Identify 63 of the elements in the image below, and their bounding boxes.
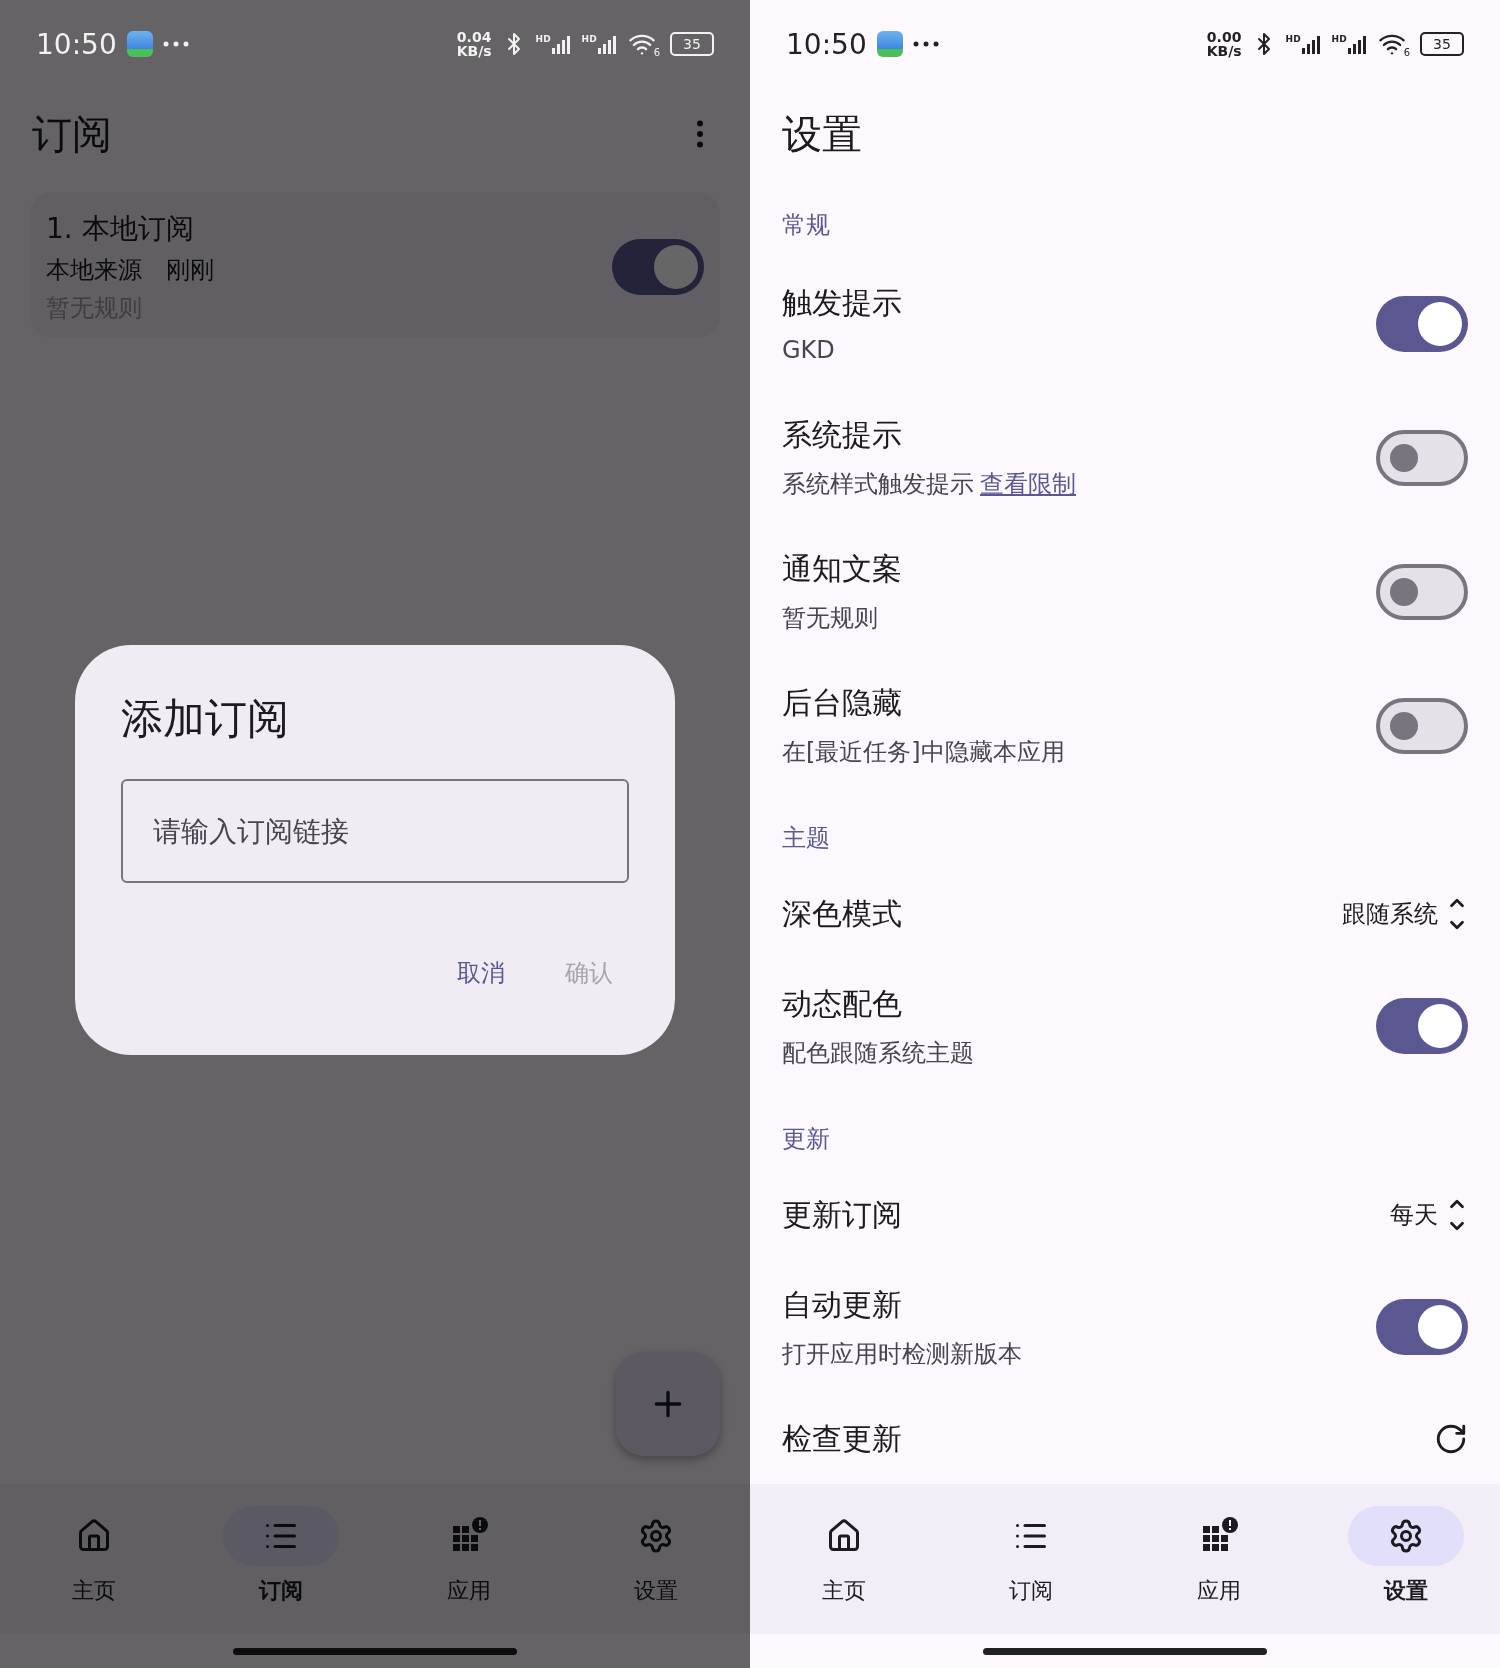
subscription-source: 本地来源 xyxy=(46,255,142,286)
more-dots-icon xyxy=(912,41,939,47)
setting-title: 检查更新 xyxy=(782,1419,903,1458)
wifi-label: 6 xyxy=(653,46,660,58)
setting-description: 系统样式触发提示 xyxy=(782,470,974,499)
nav-tab[interactable]: 订阅 xyxy=(187,1484,375,1634)
section-header: 主题 xyxy=(782,823,830,854)
nav-tab[interactable]: 主页 xyxy=(0,1484,188,1634)
setting-title: 更新订阅 xyxy=(782,1195,903,1234)
nav-tab[interactable]: 订阅 xyxy=(937,1484,1125,1634)
setting-description: 打开应用时检测新版本 xyxy=(782,1338,1023,1370)
signal-icon xyxy=(1347,34,1368,54)
signal-label: HD xyxy=(1331,34,1347,44)
dialog-button[interactable]: 取消 xyxy=(441,947,521,999)
setting-title: 系统提示 xyxy=(782,416,903,455)
section-header: 常规 xyxy=(782,210,830,242)
setting-description: GKD xyxy=(782,336,836,365)
setting-description: 在[最近任务]中隐藏本应用 xyxy=(782,737,1066,769)
nav-tab[interactable]: 主页 xyxy=(750,1484,938,1634)
limits-link[interactable]: 查看限制 xyxy=(980,470,1076,499)
more-dots-icon xyxy=(162,41,189,47)
app-icon xyxy=(876,31,903,57)
setting-title: 动态配色 xyxy=(782,984,903,1023)
nav-tab[interactable]: 应用 xyxy=(1125,1484,1313,1634)
status-time: 10:50 xyxy=(786,27,867,61)
dialog-title: 添加订阅 xyxy=(121,693,290,745)
nav-tab[interactable]: 应用 xyxy=(375,1484,563,1634)
wifi-label: 6 xyxy=(1403,46,1410,58)
section-header: 更新 xyxy=(782,1123,830,1155)
option-selector[interactable]: 跟随系统 xyxy=(1342,892,1468,937)
signal-icon xyxy=(597,34,618,54)
app-icon xyxy=(126,31,153,57)
screen-title: 设置 xyxy=(782,109,863,159)
signal-icon xyxy=(551,34,572,54)
nav-tab[interactable]: 设置 xyxy=(562,1484,750,1634)
signal-label: HD xyxy=(581,34,597,44)
subscription-time: 刚刚 xyxy=(166,255,214,286)
net-speed: 0.04 KB/s xyxy=(456,30,492,58)
screen-title: 订阅 xyxy=(32,109,113,159)
setting-description: 配色跟随系统主题 xyxy=(782,1037,975,1069)
setting-title: 后台隐藏 xyxy=(782,684,903,723)
battery-icon: 35 xyxy=(1420,32,1464,56)
signal-label: HD xyxy=(535,34,551,44)
nav-tab[interactable]: 设置 xyxy=(1312,1484,1500,1634)
input-field[interactable]: 请输入订阅链接 xyxy=(121,779,629,883)
signal-label: HD xyxy=(1285,34,1301,44)
subscription-title: 1. 本地订阅 xyxy=(46,211,195,247)
toggle-switch[interactable] xyxy=(1376,1299,1468,1355)
setting-title: 通知文案 xyxy=(782,550,903,589)
toggle-switch[interactable] xyxy=(1376,563,1468,620)
signal-icon xyxy=(1301,34,1322,54)
toggle-switch[interactable] xyxy=(1376,429,1468,486)
setting-title: 触发提示 xyxy=(782,284,903,323)
option-selector[interactable]: 每天 xyxy=(1390,1193,1468,1237)
refresh-icon[interactable] xyxy=(1434,1422,1468,1456)
battery-icon: 35 xyxy=(670,32,714,56)
setting-description: 暂无规则 xyxy=(782,603,879,635)
toggle-switch[interactable] xyxy=(1376,697,1468,754)
net-speed: 0.00 KB/s xyxy=(1206,30,1242,58)
setting-title: 自动更新 xyxy=(782,1285,903,1324)
status-time: 10:50 xyxy=(36,27,117,61)
setting-title: 深色模式 xyxy=(782,894,903,933)
toggle-switch[interactable] xyxy=(612,239,704,295)
